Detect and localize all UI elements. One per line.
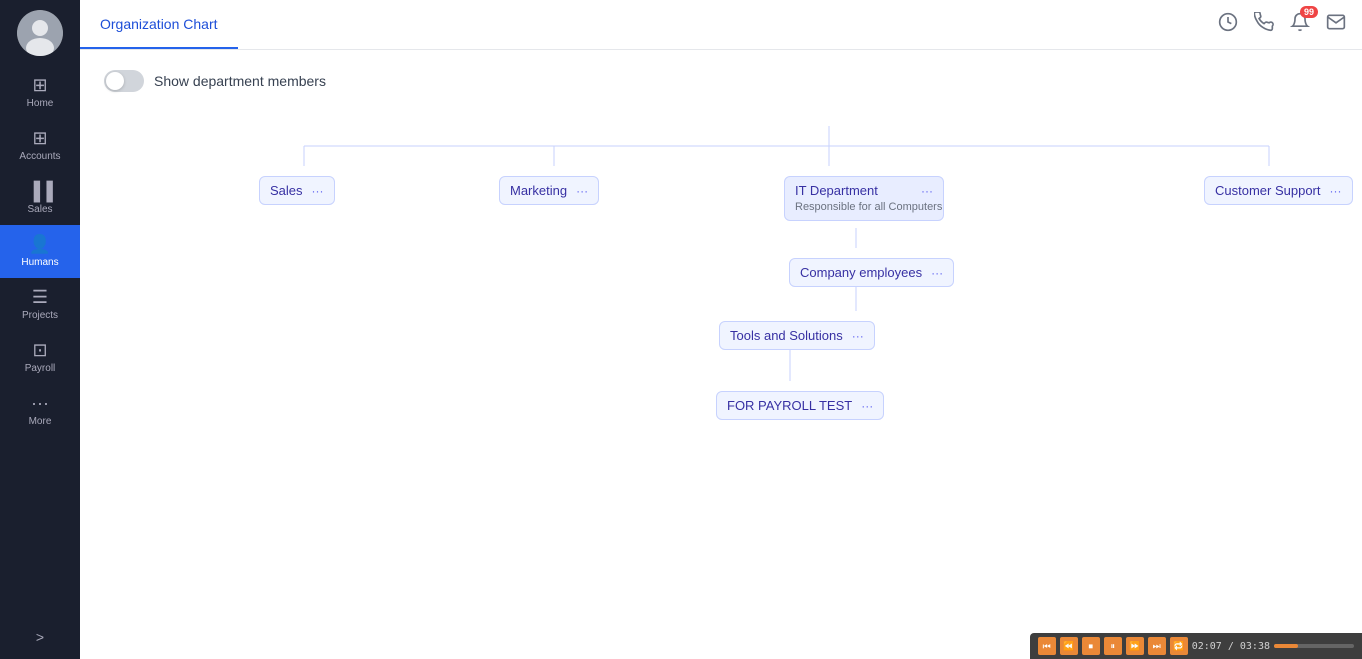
media-progress-bar[interactable]	[1274, 644, 1354, 648]
header: Organization Chart 99	[80, 0, 1362, 50]
sidebar-label-sales: Sales	[27, 204, 52, 215]
bell-icon[interactable]: 99	[1290, 12, 1310, 37]
node-tools-solutions-label: Tools and Solutions	[730, 328, 843, 343]
avatar[interactable]	[17, 10, 63, 56]
sidebar: ⊞ Home ⊞ Accounts ▐▐ Sales 👤 Humans ☰ Pr…	[0, 0, 80, 659]
node-tools-solutions-menu[interactable]: ···	[852, 329, 864, 343]
org-chart-nodes: Sales ··· Marketing ··· IT Department ··…	[104, 126, 1338, 506]
home-icon: ⊞	[32, 76, 47, 94]
sidebar-item-humans[interactable]: 👤 Humans	[0, 225, 80, 278]
main-content: Organization Chart 99	[80, 0, 1362, 659]
node-sales[interactable]: Sales ···	[259, 176, 335, 205]
media-time: 02:07 / 03:38	[1192, 641, 1270, 652]
sidebar-item-more[interactable]: ··· More	[0, 384, 80, 437]
node-customer-support-label: Customer Support	[1215, 183, 1321, 198]
toggle-label: Show department members	[154, 73, 326, 89]
node-marketing-label: Marketing	[510, 183, 567, 198]
node-tools-solutions[interactable]: Tools and Solutions ···	[719, 321, 875, 350]
notification-badge: 99	[1300, 6, 1318, 18]
org-chart: Sales ··· Marketing ··· IT Department ··…	[104, 116, 1338, 506]
media-btn-next[interactable]: ⏩	[1126, 637, 1144, 655]
media-btn-rewind[interactable]: ⏮	[1038, 637, 1056, 655]
media-btn-repeat[interactable]: 🔁	[1170, 637, 1188, 655]
node-company-employees-label: Company employees	[800, 265, 922, 280]
node-sales-label: Sales	[270, 183, 303, 198]
node-it-dept-menu[interactable]: ···	[921, 184, 933, 198]
more-icon: ···	[31, 394, 49, 412]
sidebar-item-home[interactable]: ⊞ Home	[0, 66, 80, 119]
header-tabs: Organization Chart	[80, 0, 238, 49]
sidebar-label-payroll: Payroll	[25, 363, 56, 374]
accounts-icon: ⊞	[32, 129, 47, 147]
toggle-row: Show department members	[104, 70, 1338, 92]
media-btn-pause[interactable]: ⏸	[1104, 637, 1122, 655]
tab-organization-chart[interactable]: Organization Chart	[80, 0, 238, 49]
humans-icon: 👤	[29, 235, 51, 253]
node-it-dept-desc: Responsible for all Computers	[795, 200, 942, 214]
media-bar: ⏮ ⏪ ⏹ ⏸ ⏩ ⏭ 🔁 02:07 / 03:38	[1030, 633, 1362, 659]
node-payroll-test-label: FOR PAYROLL TEST	[727, 398, 852, 413]
node-payroll-test[interactable]: FOR PAYROLL TEST ···	[716, 391, 884, 420]
payroll-icon: ⊡	[32, 341, 47, 359]
node-payroll-test-menu[interactable]: ···	[861, 399, 873, 413]
node-it-dept[interactable]: IT Department ··· Responsible for all Co…	[784, 176, 944, 221]
sidebar-label-humans: Humans	[21, 257, 58, 268]
history-icon[interactable]	[1218, 12, 1238, 37]
media-btn-stop[interactable]: ⏹	[1082, 637, 1100, 655]
page-body: Show department members	[80, 50, 1362, 659]
node-customer-support-menu[interactable]: ···	[1330, 184, 1342, 198]
node-customer-support[interactable]: Customer Support ···	[1204, 176, 1353, 205]
phone-icon[interactable]	[1254, 12, 1274, 37]
node-it-dept-label: IT Department	[795, 183, 878, 198]
sidebar-expand-button[interactable]: >	[0, 615, 80, 659]
projects-icon: ☰	[32, 288, 48, 306]
sidebar-item-accounts[interactable]: ⊞ Accounts	[0, 119, 80, 172]
sidebar-item-projects[interactable]: ☰ Projects	[0, 278, 80, 331]
sales-icon: ▐▐	[27, 182, 53, 200]
sidebar-label-more: More	[29, 416, 52, 427]
media-btn-forward[interactable]: ⏭	[1148, 637, 1166, 655]
header-icons: 99	[1218, 12, 1346, 37]
sidebar-item-sales[interactable]: ▐▐ Sales	[0, 172, 80, 225]
node-sales-menu[interactable]: ···	[312, 184, 324, 198]
toggle-knob	[106, 72, 124, 90]
node-marketing[interactable]: Marketing ···	[499, 176, 599, 205]
sidebar-label-projects: Projects	[22, 310, 58, 321]
node-company-employees-menu[interactable]: ···	[931, 266, 943, 280]
media-btn-prev[interactable]: ⏪	[1060, 637, 1078, 655]
sidebar-bottom: >	[0, 615, 80, 659]
sidebar-label-home: Home	[27, 98, 54, 109]
node-marketing-menu[interactable]: ···	[576, 184, 588, 198]
sidebar-label-accounts: Accounts	[19, 151, 60, 162]
mail-icon[interactable]	[1326, 12, 1346, 37]
sidebar-item-payroll[interactable]: ⊡ Payroll	[0, 331, 80, 384]
media-progress-fill	[1274, 644, 1298, 648]
node-company-employees[interactable]: Company employees ···	[789, 258, 954, 287]
show-department-members-toggle[interactable]	[104, 70, 144, 92]
